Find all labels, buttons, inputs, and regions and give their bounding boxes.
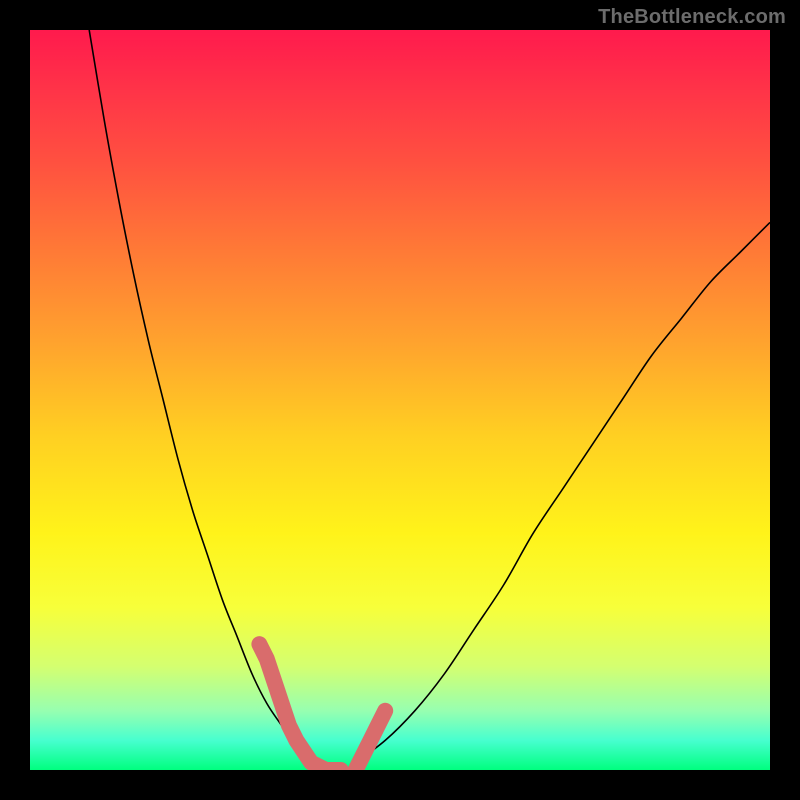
plot-area bbox=[30, 30, 770, 770]
right-marker-cluster bbox=[356, 711, 386, 770]
left-branch-curve bbox=[89, 30, 311, 763]
watermark-text: TheBottleneck.com bbox=[598, 6, 786, 29]
chart-container: TheBottleneck.com bbox=[0, 0, 800, 800]
curve-layer bbox=[30, 30, 770, 770]
right-branch-curve bbox=[356, 222, 770, 762]
left-marker-cluster bbox=[259, 644, 340, 770]
